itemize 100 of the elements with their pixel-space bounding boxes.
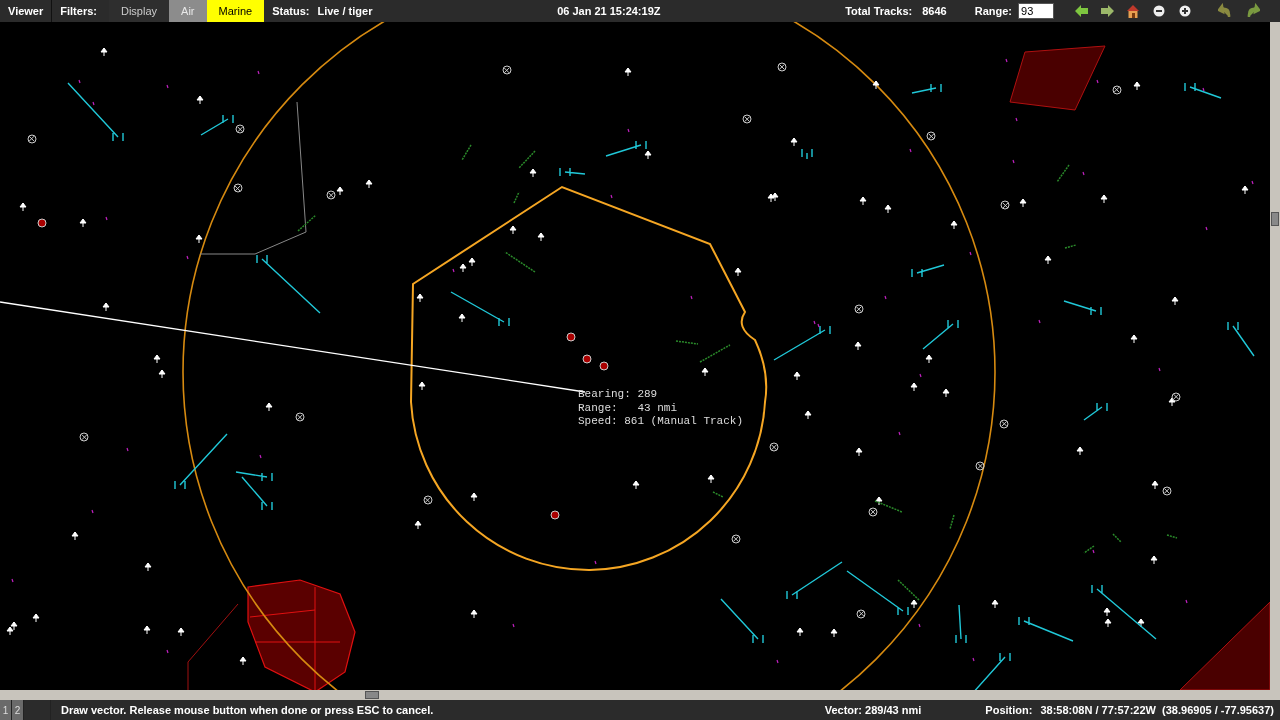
- aircraft-icon: [1076, 446, 1084, 456]
- page-tab[interactable]: 1: [0, 700, 12, 720]
- aircraft-icon: [1133, 81, 1141, 91]
- contact-mark: [884, 295, 887, 300]
- unknown-track-icon: [856, 609, 866, 619]
- aircraft-icon: [793, 371, 801, 381]
- track-vector: [786, 561, 843, 600]
- track-vector: [200, 114, 234, 136]
- contact-mark: [166, 84, 169, 89]
- unknown-track-icon: [854, 304, 864, 314]
- aircraft-icon: [910, 382, 918, 392]
- track-marker-icon: [566, 332, 576, 342]
- contact-mark: [11, 578, 14, 583]
- track-vector: [720, 598, 764, 644]
- aircraft-icon: [79, 218, 87, 228]
- position-label: Position:: [985, 704, 1033, 716]
- back-arrow-icon[interactable]: [1073, 3, 1089, 19]
- zoom-out-icon[interactable]: [1151, 3, 1167, 19]
- aircraft-icon: [265, 402, 273, 412]
- aircraft-icon: [32, 613, 40, 623]
- aircraft-icon: [804, 410, 812, 420]
- page-tab[interactable]: 2: [12, 700, 24, 720]
- contact-mark: [1092, 549, 1095, 554]
- aircraft-icon: [71, 531, 79, 541]
- aircraft-icon: [1241, 185, 1249, 195]
- scrollbar-thumb[interactable]: [365, 691, 379, 699]
- contact-mark: [126, 447, 129, 452]
- unknown-track-icon: [233, 183, 243, 193]
- aircraft-icon: [854, 341, 862, 351]
- aircraft-icon: [458, 313, 466, 323]
- track-vector: [605, 140, 647, 157]
- aircraft-icon: [195, 234, 203, 244]
- contact-mark: [918, 623, 921, 628]
- aircraft-icon: [1137, 618, 1145, 628]
- aircraft-icon: [950, 220, 958, 230]
- status-message: Draw vector. Release mouse button when done or press ESC to cancel.: [61, 704, 434, 716]
- track-vector: [174, 433, 228, 490]
- aircraft-icon: [875, 496, 883, 506]
- aircraft-icon: [872, 80, 880, 90]
- aircraft-icon: [143, 625, 151, 635]
- track-vector: [1091, 584, 1157, 640]
- aircraft-icon: [796, 627, 804, 637]
- range-field[interactable]: 93: [1018, 3, 1054, 19]
- vector-readout: Vector: 289/43 nmi: [824, 704, 922, 716]
- contact-mark: [78, 79, 81, 84]
- aircraft-icon: [1171, 296, 1179, 306]
- unknown-track-icon: [777, 62, 787, 72]
- aircraft-icon: [470, 492, 478, 502]
- contact-mark: [610, 194, 613, 199]
- contact-mark: [1005, 58, 1008, 63]
- contact-mark: [257, 70, 260, 75]
- contact-mark: [259, 454, 262, 459]
- status-value: Live / tiger: [317, 5, 373, 17]
- unknown-track-icon: [423, 495, 433, 505]
- contact-mark: [1251, 180, 1254, 185]
- track-marker-icon: [550, 510, 560, 520]
- unknown-track-icon: [1171, 392, 1181, 402]
- date-time: 06 Jan 21 15:24:19Z: [557, 5, 661, 17]
- unknown-track-icon: [326, 190, 336, 200]
- contact-mark: [166, 649, 169, 654]
- home-icon[interactable]: [1125, 3, 1141, 19]
- aircraft-icon: [509, 225, 517, 235]
- aircraft-icon: [701, 367, 709, 377]
- filters-label: Filters:: [59, 5, 98, 17]
- forward-arrow-icon[interactable]: [1099, 3, 1115, 19]
- measurement-readout: Bearing: 289: [578, 388, 659, 402]
- aircraft-icon: [790, 137, 798, 147]
- scrollbar-thumb[interactable]: [1271, 212, 1279, 226]
- track-vector: [922, 319, 959, 350]
- contact-mark: [776, 659, 779, 664]
- aircraft-icon: [1019, 198, 1027, 208]
- aircraft-icon: [1044, 255, 1052, 265]
- track-vector: [911, 264, 945, 278]
- track-vector: [1018, 616, 1074, 642]
- aircraft-icon: [529, 168, 537, 178]
- aircraft-icon: [177, 627, 185, 637]
- unknown-track-icon: [999, 419, 1009, 429]
- track-vector: [1083, 402, 1108, 421]
- contact-mark: [452, 268, 455, 273]
- aircraft-icon: [991, 599, 999, 609]
- position-value: 38:58:08N / 77:57:22W (38.96905 / -77.95637): [1040, 704, 1274, 716]
- contact-mark: [91, 509, 94, 514]
- aircraft-icon: [830, 628, 838, 638]
- aircraft-icon: [196, 95, 204, 105]
- aircraft-icon: [942, 388, 950, 398]
- aircraft-icon: [414, 520, 422, 530]
- contact-mark: [690, 295, 693, 300]
- unknown-track-icon: [975, 461, 985, 471]
- zoom-in-icon[interactable]: [1177, 3, 1193, 19]
- track-vector: [773, 325, 831, 361]
- filter-toggle[interactable]: Marine: [206, 0, 265, 22]
- aircraft-icon: [855, 447, 863, 457]
- track-marker-icon: [37, 218, 47, 228]
- unknown-track-icon: [731, 534, 741, 544]
- aircraft-icon: [158, 369, 166, 379]
- aircraft-icon: [707, 474, 715, 484]
- aircraft-icon: [100, 47, 108, 57]
- aircraft-icon: [734, 267, 742, 277]
- unknown-track-icon: [502, 65, 512, 75]
- contact-mark: [92, 101, 95, 106]
